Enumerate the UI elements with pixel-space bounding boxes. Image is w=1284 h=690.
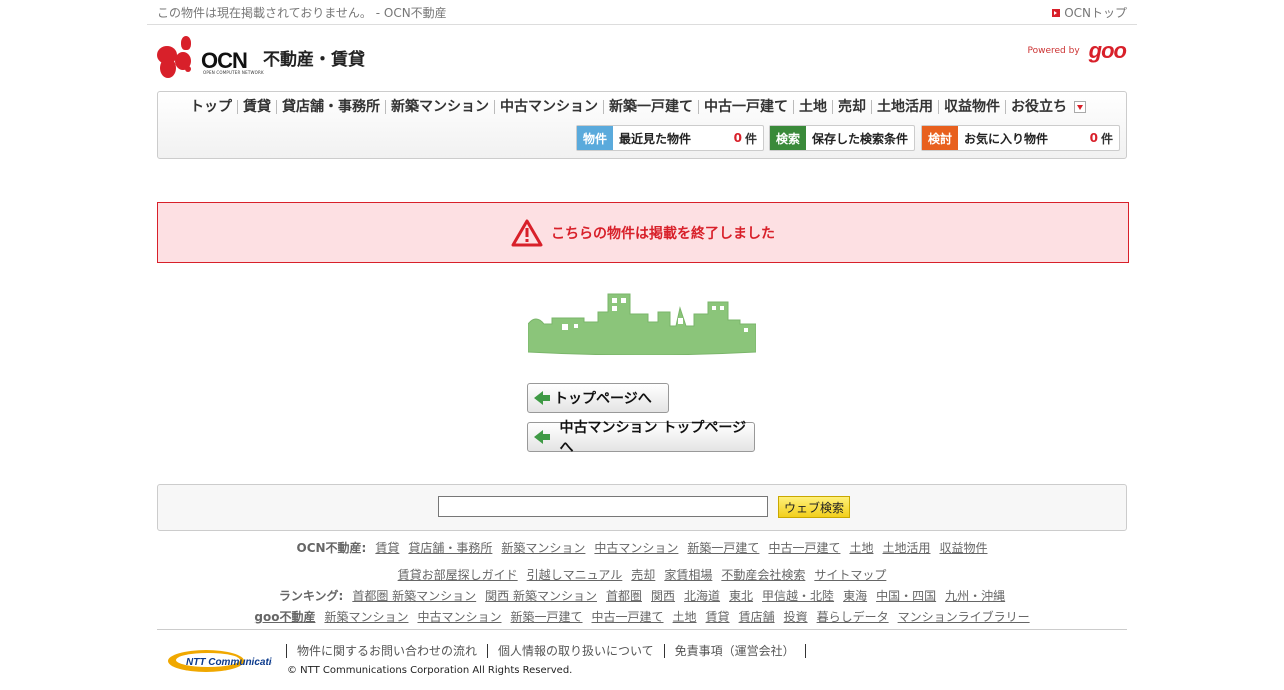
history-saved-search[interactable]: 検索 保存した検索条件 [769,125,915,151]
arrow-icon [1052,8,1061,17]
footer-links-heading: ランキング: [278,589,344,603]
footer-link[interactable]: 新築一戸建て [511,608,583,625]
nav-item[interactable]: 土地活用 [871,100,938,114]
global-nav-box: トップ 賃貸 貸店舗・事務所 新築マンション 中古マンション 新築一戸建て 中古一戸建て 土地… [157,91,1127,159]
alert-message: こちらの物件は掲載を終了しました [551,225,775,242]
warning-icon [511,219,543,246]
site-name: 不動産・賃貸 [263,50,365,70]
footer-policy-links: 物件に関するお問い合わせの流れ 個人情報の取り扱いについて 免責事項（運営会社） [286,644,806,658]
footer-links-misc: 賃貸お部屋探しガイド 引越しマニュアル 売却 家賃相場 不動産会社検索 サイトマップ [0,566,1284,583]
goo-logo: goo [1088,38,1127,63]
footer-link[interactable]: 売却 [631,566,655,583]
ocn-top-label: OCNトップ [1064,6,1127,20]
site-logo[interactable]: OCN OPEN COMPUTER NETWORK 不動産・賃貸 [157,36,365,80]
copyright: © NTT Communications Corporation All Rig… [287,665,573,676]
footer-link[interactable]: 中古マンション [594,539,678,556]
nav-item[interactable]: トップ [185,100,237,114]
history-tag: 検討 [922,126,958,150]
web-search-input[interactable] [438,496,768,517]
ocn-top-link[interactable]: OCNトップ [1052,4,1127,21]
nav-item[interactable]: 賃貸 [237,100,276,114]
footer-link[interactable]: 首都圏 新築マンション [352,587,476,604]
history-count: 0件 [733,131,757,146]
footer-link[interactable]: 東海 [843,587,867,604]
footer-link[interactable]: 収益物件 [939,539,987,556]
alert-banner: こちらの物件は掲載を終了しました [157,202,1129,263]
footer-link[interactable]: サイトマップ [814,566,886,583]
nav-item[interactable]: お役立ち [1005,100,1072,114]
dropdown-triangle-icon[interactable] [1074,101,1086,113]
nav-item[interactable]: 新築一戸建て [603,100,698,114]
used-mansion-top-button[interactable]: 中古マンション トップページへ [527,420,755,456]
nav-item[interactable]: 新築マンション [385,100,494,114]
footer-link[interactable]: 土地活用 [882,539,930,556]
ocn-wordmark: OCN OPEN COMPUTER NETWORK [201,48,264,75]
footer-link[interactable]: 貸店舗・事務所 [408,539,492,556]
footer-link[interactable]: 九州・沖縄 [945,587,1005,604]
back-arrow-icon [534,390,550,406]
footer-links-heading: OCN不動産: [296,541,367,555]
footer-link[interactable]: 関西 [651,587,675,604]
footer-links-ranking: ランキング: 首都圏 新築マンション 関西 新築マンション 首都圏 関西 北海道 東北 甲信越… [0,587,1284,604]
town-illustration-icon [528,293,756,355]
web-search-button[interactable]: ウェブ検索 [778,496,851,518]
footer-policy-link[interactable]: 物件に関するお問い合わせの流れ [286,644,487,658]
footer-link[interactable]: 中古一戸建て [768,539,840,556]
history-count: 0件 [1089,131,1113,146]
footer-link[interactable]: 土地 [673,608,697,625]
footer-link[interactable]: 首都圏 [606,587,642,604]
history-label: 保存した検索条件 [812,131,909,146]
footer-link[interactable]: 賃貸 [375,539,399,556]
footer-policy-link[interactable]: 免責事項（運営会社） [663,644,806,658]
page-notice: この物件は現在掲載されておりません。 - OCN不動産 [157,6,447,20]
footer-link[interactable]: 新築一戸建て [687,539,759,556]
footer-link[interactable]: 投資 [784,608,808,625]
footer-link[interactable]: 土地 [849,539,873,556]
global-nav: トップ 賃貸 貸店舗・事務所 新築マンション 中古マンション 新築一戸建て 中古一戸建て 土地… [185,100,1086,114]
footer-link[interactable]: 東北 [729,587,753,604]
footer-links-ocn: OCN不動産: 賃貸 貸店舗・事務所 新築マンション 中古マンション 新築一戸建て 中古一戸… [0,539,1284,556]
footer-link[interactable]: 中古マンション [417,608,501,625]
footer-link[interactable]: 新築マンション [324,608,408,625]
history-recent[interactable]: 物件 最近見た物件 0 件 [576,125,764,151]
footer-link[interactable]: 北海道 [684,587,720,604]
footer-link[interactable]: 賃店舗 [739,608,775,625]
back-arrow-icon [534,429,550,445]
footer-link[interactable]: 新築マンション [501,539,585,556]
history-favorites[interactable]: 検討 お気に入り物件 0 件 [921,125,1120,151]
nav-item[interactable]: 収益物件 [938,100,1005,114]
nav-item[interactable]: 売却 [832,100,871,114]
svg-text:NTT Communications: NTT Communications [186,657,272,668]
footer-link[interactable]: 不動産会社検索 [721,566,805,583]
powered-by-goo: Powered by goo [1027,38,1128,63]
nav-item[interactable]: 貸店舗・事務所 [276,100,385,114]
footer-link[interactable]: 賃貸お部屋探しガイド [398,566,518,583]
top-bar: この物件は現在掲載されておりません。 - OCN不動産 OCNトップ [147,0,1137,25]
footer-link[interactable]: 関西 新築マンション [485,587,597,604]
nav-item[interactable]: 土地 [793,100,832,114]
nav-item[interactable]: 中古一戸建て [698,100,793,114]
history-label: 最近見た物件 [619,131,692,146]
footer-link[interactable]: 引越しマニュアル [527,566,623,583]
footer-link[interactable]: 家賃相場 [664,566,712,583]
ntt-communications-logo-icon: NTT Communications [168,650,272,672]
web-search-box: ウェブ検索 [157,484,1127,531]
ocn-logo-icon [157,36,199,80]
footer-link[interactable]: 中国・四国 [876,587,936,604]
nav-item[interactable]: 中古マンション [494,100,603,114]
footer-link[interactable]: 甲信越・北陸 [762,587,834,604]
footer-link[interactable]: 暮らしデータ [817,608,889,625]
history-tag: 検索 [770,126,806,150]
footer-divider [157,629,1127,630]
footer-link[interactable]: 中古一戸建て [592,608,664,625]
footer-links-heading[interactable]: goo不動産 [254,608,315,625]
footer-link[interactable]: マンションライブラリー [898,608,1030,625]
footer-link[interactable]: 賃貸 [706,608,730,625]
footer-links-goo: goo不動産 新築マンション 中古マンション 新築一戸建て 中古一戸建て 土地 賃貸 賃店舗投… [0,608,1284,625]
history-label: お気に入り物件 [964,131,1049,146]
history-tag: 物件 [577,126,613,150]
top-page-button[interactable]: トップページへ [527,383,669,413]
footer-policy-link[interactable]: 個人情報の取り扱いについて [487,644,664,658]
